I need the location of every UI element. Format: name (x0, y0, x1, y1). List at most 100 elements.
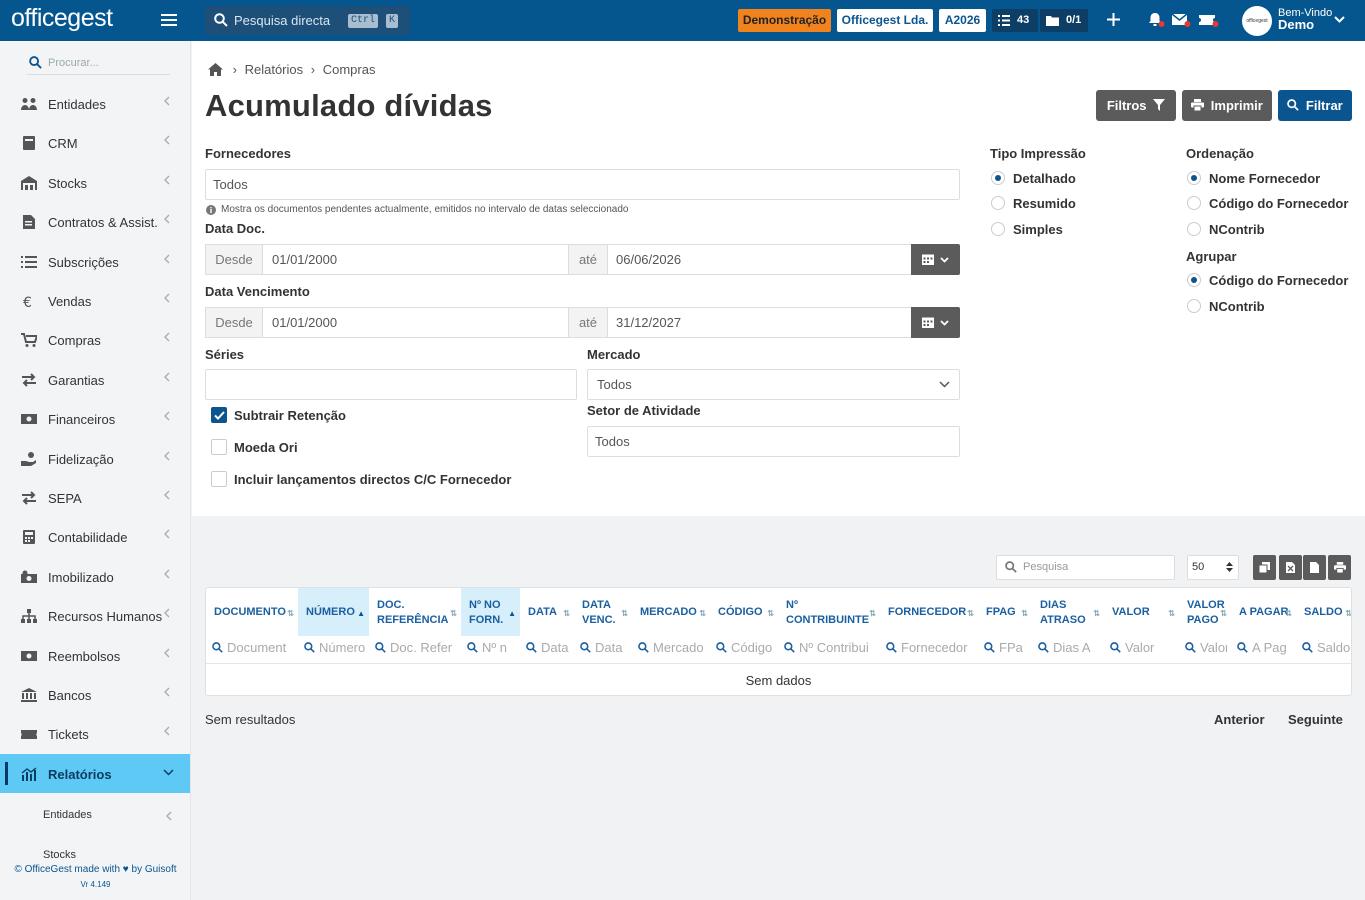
column-filter-input[interactable]: Data (526, 640, 570, 658)
tipo-simples-radio[interactable] (991, 222, 1005, 236)
column-filter-input[interactable]: Número (304, 640, 365, 658)
data-doc-from-input[interactable]: 01/01/2000 (262, 244, 569, 275)
column-header-1[interactable]: NÚMERO ▲ (298, 588, 369, 636)
ordem-nome-radio[interactable] (1187, 171, 1201, 185)
data-doc-to-input[interactable]: 06/06/2026 (607, 244, 912, 275)
menu-toggle-icon[interactable] (161, 14, 177, 27)
column-header-12[interactable]: VALOR ⇅ (1104, 588, 1179, 636)
column-header-5[interactable]: DATA VENC. ⇅ (574, 588, 632, 636)
sidebar-item-subscricoes[interactable]: Subscrições (0, 242, 190, 281)
column-header-11[interactable]: DIAS ATRASO ⇅ (1032, 588, 1104, 636)
sidebar-item-contabilidade[interactable]: Contabilidade (0, 517, 190, 556)
ordem-codigo-radio[interactable] (1187, 196, 1201, 210)
data-doc-calendar-button[interactable] (911, 244, 960, 275)
sidebar-item-entidades[interactable]: Entidades (0, 84, 190, 123)
demo-badge[interactable]: Demonstração (738, 9, 831, 32)
column-filter-input[interactable]: Valor (1110, 640, 1175, 658)
breadcrumb-compras[interactable]: Compras (323, 62, 376, 77)
sidebar-item-stocks[interactable]: Stocks (0, 163, 190, 202)
column-filter-input[interactable]: Nº Contribui (784, 640, 876, 658)
column-header-6[interactable]: MERCADO ⇅ (632, 588, 710, 636)
column-filter-input[interactable]: FPa (984, 640, 1028, 658)
column-filter-input[interactable]: Código (716, 640, 774, 658)
sidebar-item-relatorios[interactable]: Relatórios (0, 753, 190, 793)
agrupar-codigo-label[interactable]: Código do Fornecedor (1209, 273, 1348, 288)
sidebar-item-bancos[interactable]: Bancos (0, 675, 190, 714)
fornecedores-select[interactable]: Todos (205, 169, 960, 200)
column-filter-input[interactable]: Nº n (467, 640, 516, 658)
column-header-2[interactable]: DOC. REFERÊNCIA ⇅ (369, 588, 461, 636)
column-header-3[interactable]: Nº NO FORN. ▲ (461, 588, 520, 636)
column-header-9[interactable]: FORNECEDOR ⇅ (880, 588, 978, 636)
tipo-resumido-label[interactable]: Resumido (1013, 196, 1076, 211)
series-input[interactable] (205, 369, 577, 400)
home-icon[interactable] (208, 63, 223, 76)
tipo-resumido-radio[interactable] (991, 196, 1005, 210)
avatar[interactable]: officegest (1242, 6, 1272, 36)
sidebar-item-financeiros[interactable]: Financeiros (0, 399, 190, 438)
sidebar-item-compras[interactable]: Compras (0, 320, 190, 359)
ordem-ncontrib-radio[interactable] (1187, 222, 1201, 236)
data-venc-to-input[interactable]: 31/12/2027 (607, 307, 912, 338)
ordem-ncontrib-label[interactable]: NContrib (1209, 222, 1265, 237)
sidebar-item-sepa[interactable]: SEPA (0, 478, 190, 517)
agrupar-ncontrib-radio[interactable] (1187, 299, 1201, 313)
mail-icon[interactable] (1172, 12, 1191, 28)
column-filter-input[interactable]: Dias A (1038, 640, 1100, 658)
column-filter-input[interactable]: Data (580, 640, 628, 658)
data-venc-calendar-button[interactable] (911, 307, 960, 338)
docs-badge[interactable]: 0/1 (1040, 9, 1088, 32)
sidebar-item-reembolsos[interactable]: Reembolsos (0, 636, 190, 675)
sidebar-search[interactable]: Procurar... (27, 53, 170, 75)
column-filter-input[interactable]: Saldo (1302, 640, 1351, 658)
column-filter-input[interactable]: Mercado (638, 640, 706, 658)
column-header-8[interactable]: Nº CONTRIBUINTE ⇅ (778, 588, 880, 636)
subtrair-retencao-label[interactable]: Subtrair Retenção (234, 408, 346, 423)
sidebar-item-imobilizado[interactable]: Imobilizado (0, 557, 190, 596)
column-filter-input[interactable]: Document (212, 640, 294, 658)
column-filter-input[interactable]: Valor (1185, 640, 1227, 658)
data-venc-from-input[interactable]: 01/01/2000 (262, 307, 569, 338)
subtrair-retencao-checkbox[interactable] (211, 407, 227, 423)
grid-search-input[interactable]: Pesquisa (996, 555, 1175, 580)
ordem-nome-label[interactable]: Nome Fornecedor (1209, 171, 1320, 186)
pdf-button[interactable] (1303, 555, 1326, 580)
column-header-4[interactable]: DATA ⇅ (520, 588, 574, 636)
column-header-14[interactable]: A PAGAR ⇅ (1231, 588, 1296, 636)
year-button[interactable]: A2026 (939, 9, 986, 32)
copy-button[interactable] (1253, 555, 1276, 580)
mercado-select[interactable]: Todos (587, 369, 960, 400)
column-header-13[interactable]: VALOR PAGO ⇅ (1179, 588, 1231, 636)
sidebar-item-vendas[interactable]: € Vendas (0, 281, 190, 320)
logo[interactable]: officegest (11, 4, 113, 33)
sidebar-item-recursos-humanos[interactable]: Recursos Humanos (0, 596, 190, 635)
column-filter-input[interactable]: Fornecedor (886, 640, 974, 658)
sidebar-item-contratos-assist[interactable]: Contratos & Assist. (0, 202, 190, 241)
user-menu[interactable]: Bem-Vindo Demo (1278, 7, 1332, 31)
column-header-7[interactable]: CÓDIGO ⇅ (710, 588, 778, 636)
ticket-icon[interactable] (1199, 12, 1219, 28)
tipo-simples-label[interactable]: Simples (1013, 222, 1063, 237)
bell-icon[interactable] (1148, 12, 1165, 28)
global-search[interactable]: Pesquisa directa Ctrl K (205, 6, 410, 35)
page-size-select[interactable]: 50 (1187, 555, 1239, 580)
previous-page-button[interactable]: Anterior (1214, 712, 1265, 727)
column-filter-input[interactable]: Doc. Refer (375, 640, 457, 658)
chevron-down-icon[interactable] (1334, 16, 1345, 23)
setor-input[interactable]: Todos (587, 426, 960, 457)
filtros-button[interactable]: Filtros (1096, 90, 1176, 121)
excel-button[interactable] (1279, 555, 1302, 580)
ordem-codigo-label[interactable]: Código do Fornecedor (1209, 196, 1348, 211)
company-button[interactable]: Officegest Lda. (837, 9, 933, 32)
tipo-detalhado-radio[interactable] (991, 171, 1005, 185)
incluir-lancamentos-label[interactable]: Incluir lançamentos directos C/C Fornece… (234, 472, 511, 487)
column-header-15[interactable]: SALDO ⇅ (1296, 588, 1351, 636)
moeda-ori-label[interactable]: Moeda Ori (234, 440, 298, 455)
grid-print-button[interactable] (1328, 555, 1351, 580)
plus-icon[interactable] (1107, 13, 1120, 26)
breadcrumb-relatorios[interactable]: Relatórios (245, 62, 304, 77)
column-header-10[interactable]: FPAG ⇅ (978, 588, 1032, 636)
column-filter-input[interactable]: A Pag (1237, 640, 1292, 658)
tipo-detalhado-label[interactable]: Detalhado (1013, 171, 1076, 186)
agrupar-ncontrib-label[interactable]: NContrib (1209, 299, 1265, 314)
